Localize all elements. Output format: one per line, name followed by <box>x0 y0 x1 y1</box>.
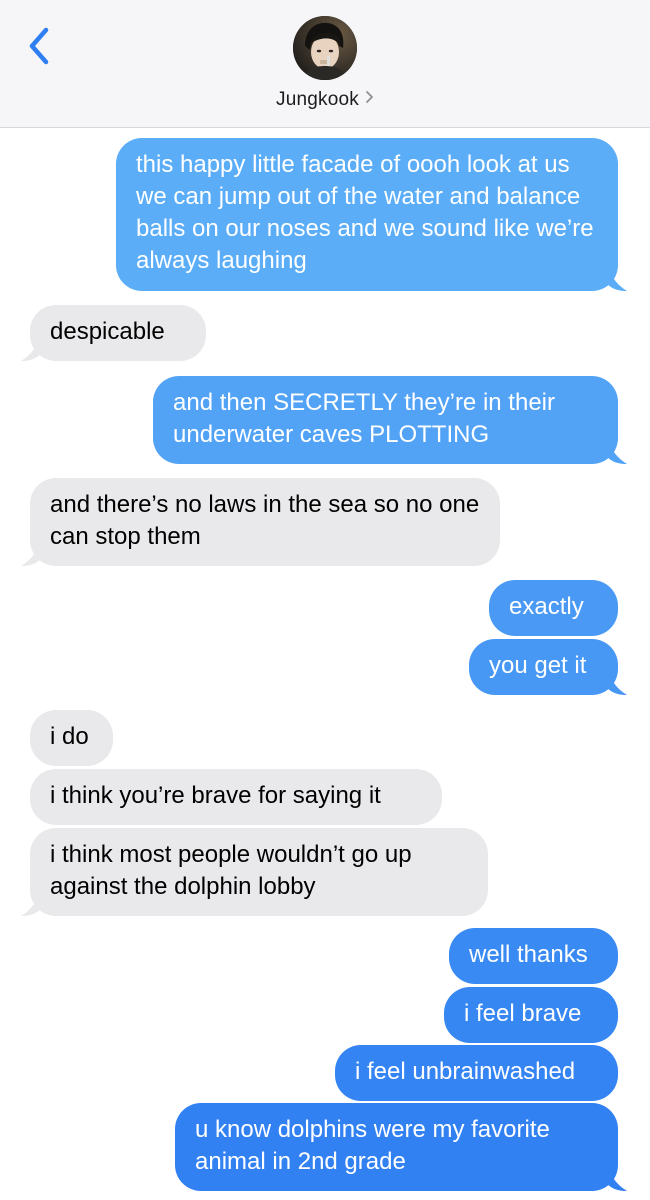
message-text: despicable <box>50 318 165 345</box>
bubble-tail <box>605 267 627 291</box>
messages-app: Jungkook this happy little facade of ooo… <box>0 0 650 1200</box>
contact-avatar-photo <box>293 16 357 80</box>
message-text: i do <box>50 723 89 750</box>
message-text: i feel unbrainwashed <box>355 1058 576 1085</box>
message-text: i think you’re brave for saying it <box>50 782 381 809</box>
sent-message-bubble[interactable]: i feel unbrainwashed <box>335 1045 618 1101</box>
received-message-bubble[interactable]: i do <box>30 710 113 766</box>
sent-message-bubble[interactable]: you get it <box>469 639 627 695</box>
received-message-bubble[interactable]: despicable <box>21 305 206 361</box>
bubble-tail <box>21 892 43 916</box>
conversation-header: Jungkook <box>0 0 650 128</box>
back-button[interactable] <box>24 26 56 66</box>
sent-message-bubble[interactable]: i feel brave <box>444 987 618 1043</box>
sent-message-bubble[interactable]: well thanks <box>449 928 618 984</box>
bubble-tail <box>21 542 43 566</box>
bubble-tail <box>605 1167 627 1191</box>
avatar[interactable] <box>293 16 357 80</box>
bubble-tail <box>605 440 627 464</box>
chevron-left-icon <box>29 27 49 65</box>
message-text: i think most people wouldn’t go up again… <box>50 841 412 900</box>
sent-message-bubble[interactable]: this happy little facade of oooh look at… <box>116 138 627 291</box>
bubble-tail <box>21 337 43 361</box>
received-message-bubble[interactable]: and there’s no laws in the sea so no one… <box>21 478 500 566</box>
contact-name-button[interactable]: Jungkook <box>0 88 650 111</box>
sent-message-bubble[interactable]: exactly <box>489 580 618 636</box>
received-message-bubble[interactable]: i think you’re brave for saying it <box>30 769 442 825</box>
message-text: and then SECRETLY they’re in their under… <box>173 389 555 448</box>
contact-name: Jungkook <box>276 89 359 110</box>
message-text: u know dolphins were my favorite animal … <box>195 1116 550 1175</box>
message-text: and there’s no laws in the sea so no one… <box>50 491 480 550</box>
message-text: exactly <box>509 593 584 620</box>
message-text: i feel brave <box>464 1000 582 1027</box>
bubble-tail <box>605 671 627 695</box>
chevron-right-icon <box>365 88 374 110</box>
received-message-bubble[interactable]: i think most people wouldn’t go up again… <box>21 828 488 916</box>
message-thread[interactable]: this happy little facade of oooh look at… <box>0 128 650 1200</box>
message-text: this happy little facade of oooh look at… <box>136 151 594 274</box>
message-text: well thanks <box>469 941 588 968</box>
message-text: you get it <box>489 652 587 679</box>
sent-message-bubble[interactable]: and then SECRETLY they’re in their under… <box>153 376 627 464</box>
sent-message-bubble[interactable]: u know dolphins were my favorite animal … <box>175 1103 627 1191</box>
